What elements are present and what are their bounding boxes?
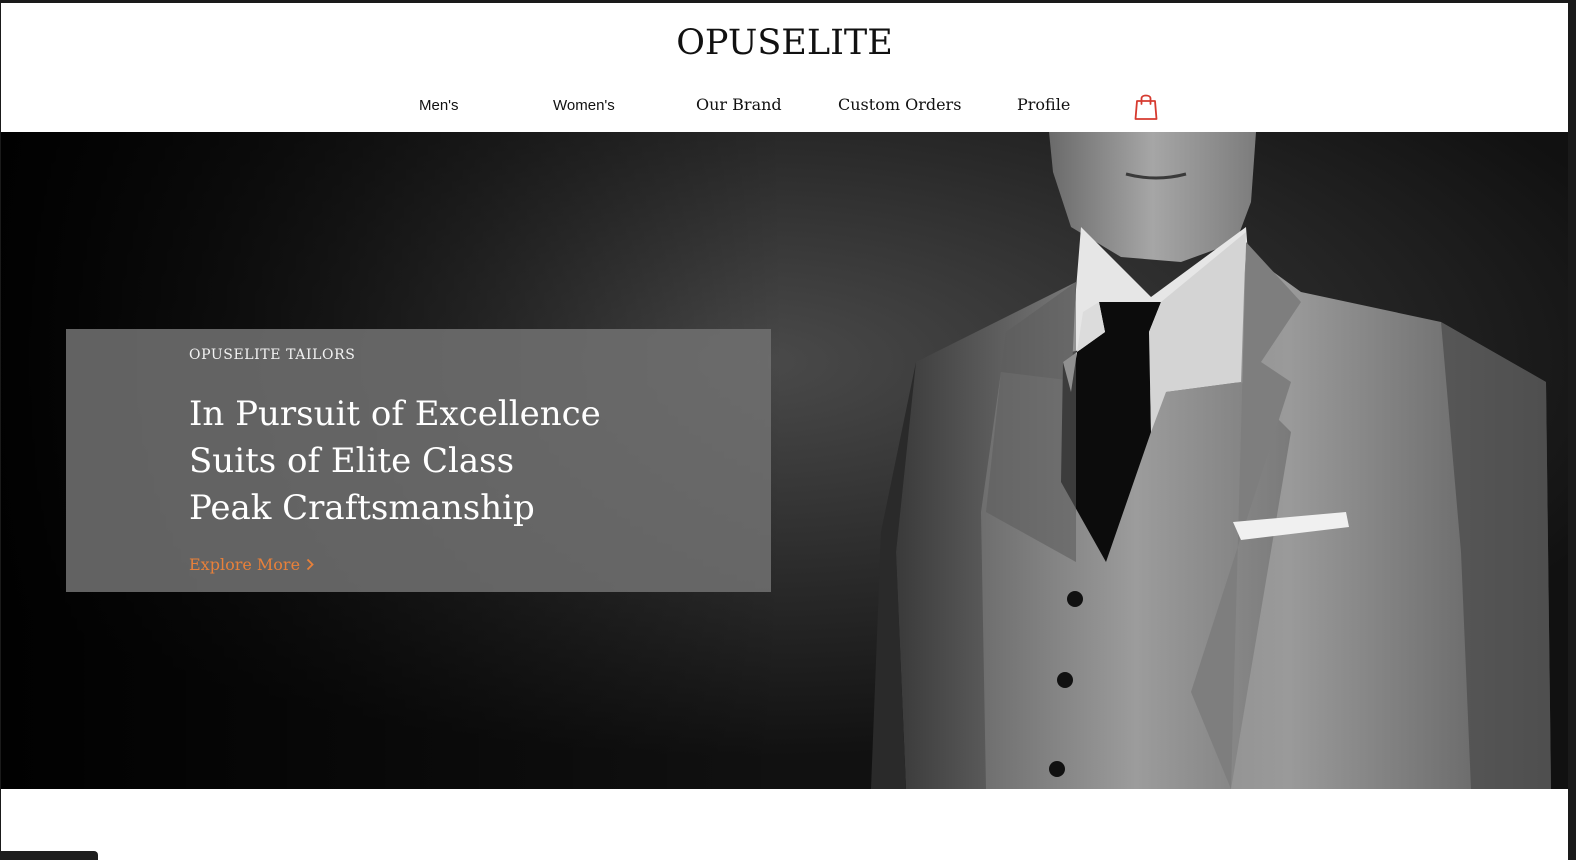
site-header: OPUSELITE Men's Women's Our Brand Custom… [1,3,1568,132]
hero-headline-line-3: Peak Craftsmanship [189,488,535,528]
hero-text-panel: OPUSELITE TAILORS In Pursuit of Excellen… [66,329,771,592]
chevron-right-icon [305,555,315,574]
explore-more-label: Explore More [189,555,301,574]
nav-item-profile[interactable]: Profile [1017,95,1070,114]
nav-item-custom-orders[interactable]: Custom Orders [838,95,961,114]
window-right-border [1568,0,1576,860]
hero-eyebrow: OPUSELITE TAILORS [189,347,356,363]
nav-item-our-brand[interactable]: Our Brand [696,95,782,114]
explore-more-link[interactable]: Explore More [189,555,315,574]
hero-headline: In Pursuit of Excellence Suits of Elite … [189,391,601,532]
nav-item-mens[interactable]: Men's [419,97,459,114]
nav-item-womens[interactable]: Women's [553,97,615,114]
content-below-hero [1,789,1568,860]
hero-banner: OPUSELITE TAILORS In Pursuit of Excellen… [1,132,1568,789]
shopping-bag-icon[interactable] [1133,92,1159,122]
hero-headline-line-1: In Pursuit of Excellence [189,394,601,434]
main-nav: Men's Women's Our Brand Custom Orders Pr… [1,92,1568,122]
status-tab [0,851,98,860]
brand-logo[interactable]: OPUSELITE [1,23,1568,63]
hero-headline-line-2: Suits of Elite Class [189,441,515,481]
